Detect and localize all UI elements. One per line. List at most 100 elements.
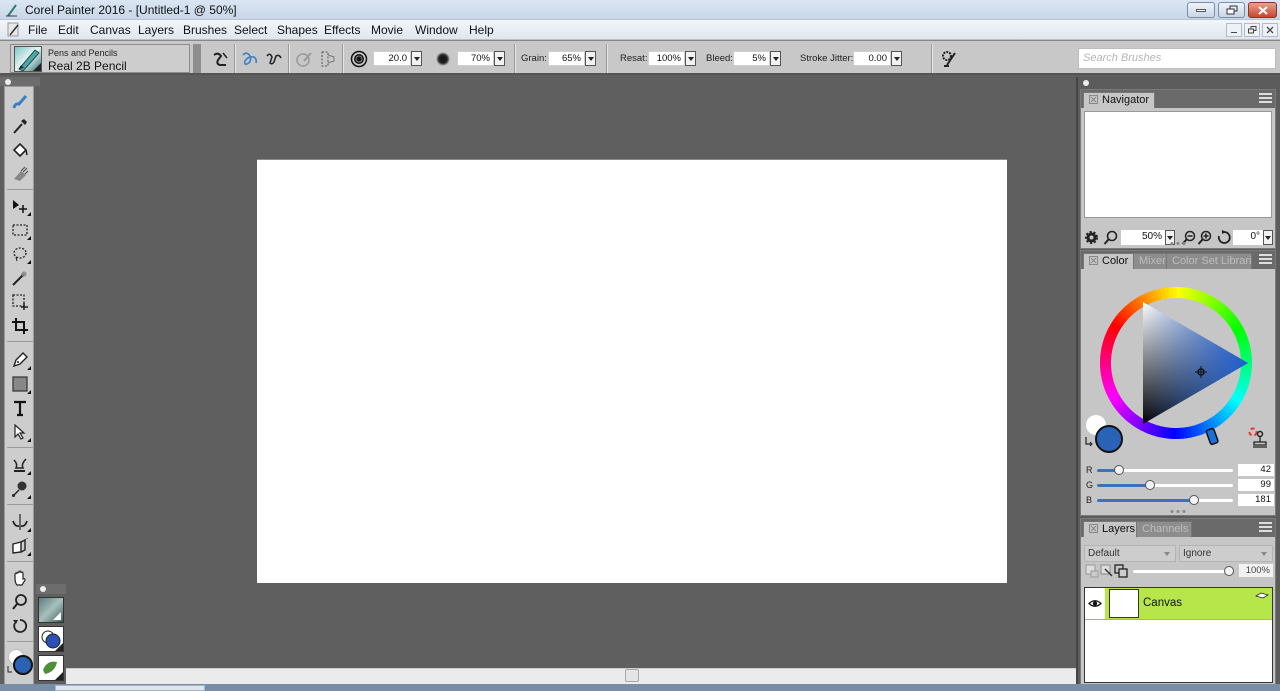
composite-method-select[interactable]: Default xyxy=(1084,545,1176,562)
tool-lasso[interactable] xyxy=(8,243,32,265)
tool-transform[interactable] xyxy=(8,291,32,313)
red-value-field[interactable]: 42 xyxy=(1238,464,1274,476)
panel-resize-grip[interactable] xyxy=(1170,242,1186,245)
brush-settings-button[interactable] xyxy=(940,49,960,69)
tool-rectangular-selection[interactable] xyxy=(8,219,32,241)
blue-slider[interactable] xyxy=(1097,495,1233,505)
layer-opacity-slider[interactable] xyxy=(1133,566,1234,576)
tool-paint-bucket[interactable] xyxy=(8,139,32,161)
pick-up-underlying-color-icon[interactable] xyxy=(1100,564,1114,578)
stroke-jitter-field[interactable]: 0.00 xyxy=(853,51,891,66)
media-selector-header[interactable] xyxy=(36,584,66,594)
tool-rotate-page[interactable] xyxy=(8,615,32,637)
menu-shapes[interactable]: Shapes xyxy=(277,23,318,37)
close-panel-icon[interactable] xyxy=(1089,524,1098,533)
grain-field[interactable]: 65% xyxy=(548,51,585,66)
pattern-selector[interactable] xyxy=(38,655,64,681)
dock-collapse-dot[interactable] xyxy=(1083,80,1089,86)
straight-line-stroke-button[interactable] xyxy=(264,49,284,69)
main-color-swatch[interactable] xyxy=(13,655,33,675)
doc-minimize-button[interactable] xyxy=(1226,23,1242,37)
main-color-swatch[interactable] xyxy=(1095,425,1123,453)
tool-layer-adjuster[interactable] xyxy=(8,195,32,217)
horizontal-scrollbar[interactable] xyxy=(66,668,1076,684)
size-dropdown[interactable] xyxy=(411,51,422,66)
menu-edit[interactable]: Edit xyxy=(58,23,79,37)
opacity-dropdown[interactable] xyxy=(494,51,505,66)
horizontal-scrollbar-thumb[interactable] xyxy=(625,669,639,682)
tool-grabber[interactable] xyxy=(8,567,32,589)
menu-window[interactable]: Window xyxy=(415,23,458,37)
rotation-field[interactable]: 0° xyxy=(1233,230,1263,245)
bleed-dropdown[interactable] xyxy=(770,51,781,66)
transform-button[interactable] xyxy=(318,49,338,69)
tool-text[interactable] xyxy=(8,397,32,419)
stroke-attributes-button[interactable] xyxy=(294,49,314,69)
panel-menu-button[interactable] xyxy=(1259,522,1272,534)
tool-rectangle[interactable] xyxy=(8,373,32,395)
menu-file[interactable]: File xyxy=(28,23,47,37)
tool-dodge[interactable] xyxy=(8,478,32,500)
tab-layers[interactable]: Layers xyxy=(1083,521,1142,537)
tool-mirror[interactable] xyxy=(8,511,32,533)
restore-window-button[interactable] xyxy=(1218,2,1245,18)
green-value-field[interactable]: 99 xyxy=(1238,479,1274,491)
bleed-field[interactable]: 5% xyxy=(733,51,770,66)
reset-tool-button[interactable] xyxy=(210,49,230,69)
freehand-stroke-button[interactable] xyxy=(240,49,260,69)
color-swatches[interactable] xyxy=(7,648,35,678)
minimize-window-button[interactable] xyxy=(1187,2,1215,18)
menu-layers[interactable]: Layers xyxy=(138,23,174,37)
green-slider-knob[interactable] xyxy=(1144,480,1155,490)
preserve-transparency-icon[interactable] xyxy=(1114,564,1128,578)
navigator-preview[interactable] xyxy=(1084,111,1272,218)
layer-opacity-knob[interactable] xyxy=(1224,566,1234,576)
menu-canvas[interactable]: Canvas xyxy=(90,23,131,37)
close-panel-icon[interactable] xyxy=(1089,256,1098,265)
close-window-button[interactable] xyxy=(1248,2,1277,18)
tab-channels[interactable]: Channels xyxy=(1136,521,1192,537)
rotation-dropdown[interactable] xyxy=(1263,230,1273,245)
panel-menu-button[interactable] xyxy=(1259,254,1272,266)
blue-slider-knob[interactable] xyxy=(1188,495,1199,505)
document-icon[interactable] xyxy=(7,22,21,38)
grain-dropdown[interactable] xyxy=(585,51,596,66)
tool-cloner[interactable] xyxy=(8,454,32,476)
hue-ring-segment[interactable] xyxy=(1172,287,1177,299)
tool-magic-wand[interactable] xyxy=(8,267,32,289)
toolbox-collapse-dot[interactable] xyxy=(5,79,11,85)
panel-menu-button[interactable] xyxy=(1259,93,1272,105)
blue-value-field[interactable]: 181 xyxy=(1238,494,1274,506)
tool-magnifier[interactable] xyxy=(8,591,32,613)
panel-resize-grip[interactable] xyxy=(1170,510,1186,513)
menu-effects[interactable]: Effects xyxy=(324,23,360,37)
swap-colors-icon[interactable] xyxy=(1084,437,1093,447)
layer-row[interactable]: Canvas xyxy=(1085,588,1272,620)
red-slider[interactable] xyxy=(1097,465,1233,475)
close-panel-icon[interactable] xyxy=(1089,95,1098,104)
tool-pen[interactable] xyxy=(8,349,32,371)
layer-opacity-field[interactable]: 100% xyxy=(1239,564,1273,577)
paper-selector[interactable] xyxy=(38,597,64,623)
color-wheel[interactable] xyxy=(1091,277,1261,449)
menu-select[interactable]: Select xyxy=(234,23,267,37)
size-field[interactable]: 20.0 xyxy=(373,51,411,66)
composite-depth-select[interactable]: Ignore xyxy=(1179,545,1273,562)
swap-colors-icon[interactable] xyxy=(7,666,13,674)
tool-shape-selection[interactable] xyxy=(8,421,32,443)
color-clone-stamp-icon[interactable] xyxy=(1248,427,1272,451)
drawing-canvas[interactable] xyxy=(257,160,1007,583)
tab-color[interactable]: Color xyxy=(1083,253,1135,269)
resat-field[interactable]: 100% xyxy=(648,51,685,66)
menu-movie[interactable]: Movie xyxy=(371,23,403,37)
layer-visibility-toggle[interactable] xyxy=(1085,588,1105,619)
gradient-selector[interactable] xyxy=(38,626,64,652)
tab-navigator[interactable]: Navigator xyxy=(1083,92,1156,108)
navigator-settings-button[interactable] xyxy=(1083,229,1099,245)
zoom-in-button[interactable] xyxy=(1196,229,1212,245)
menu-help[interactable]: Help xyxy=(469,23,494,37)
tool-crop[interactable] xyxy=(8,315,32,337)
tool-perspective-grid[interactable] xyxy=(8,535,32,557)
taskbar-task-button[interactable] xyxy=(55,685,205,691)
zoom-level-field[interactable]: 50% xyxy=(1121,230,1165,245)
